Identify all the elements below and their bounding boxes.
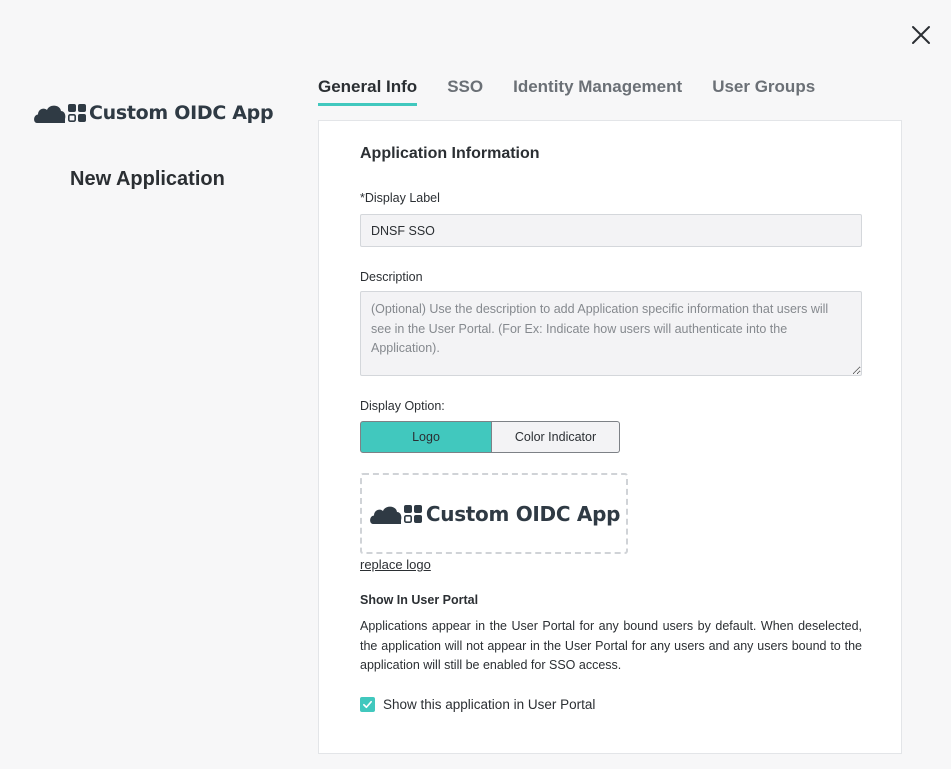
replace-logo-link[interactable]: replace logo (360, 557, 431, 572)
user-portal-title: Show In User Portal (360, 593, 479, 607)
color-indicator-option-button[interactable]: Color Indicator (492, 421, 620, 453)
application-info-card: Application Information *Display Label D… (318, 120, 902, 754)
display-label-input[interactable] (360, 214, 862, 247)
user-portal-description: Applications appear in the User Portal f… (360, 619, 862, 672)
close-icon (912, 26, 930, 44)
display-option-toggle: Logo Color Indicator (360, 421, 620, 453)
show-in-portal-checkbox[interactable] (360, 697, 375, 712)
section-title: Application Information (360, 145, 540, 162)
logo-preview: Custom OIDC App (360, 473, 628, 554)
checkmark-icon (363, 700, 372, 709)
description-label: Description (360, 270, 423, 284)
app-logo: Custom OIDC App (33, 101, 274, 125)
show-in-portal-label: Show this application in User Portal (383, 697, 596, 712)
logo-option-button[interactable]: Logo (360, 421, 492, 453)
display-option-label: Display Option: (360, 399, 445, 413)
tab-identity-management[interactable]: Identity Management (513, 77, 682, 106)
tab-sso[interactable]: SSO (447, 77, 483, 106)
cloud-apps-icon (34, 104, 86, 123)
description-textarea[interactable] (360, 291, 862, 376)
cloud-apps-icon (369, 505, 422, 524)
logo-preview-brand-name: Custom OIDC App (425, 502, 621, 526)
app-brand-name: Custom OIDC App (89, 102, 274, 124)
close-button[interactable] (908, 22, 934, 48)
tab-bar: General Info SSO Identity Management Use… (318, 77, 845, 106)
tab-user-groups[interactable]: User Groups (712, 77, 815, 106)
page-title: New Application (70, 168, 225, 190)
tab-general-info[interactable]: General Info (318, 77, 418, 106)
show-in-portal-row[interactable]: Show this application in User Portal (360, 697, 595, 712)
logo-preview-image: Custom OIDC App (368, 502, 620, 526)
display-label-label: *Display Label (360, 191, 440, 205)
